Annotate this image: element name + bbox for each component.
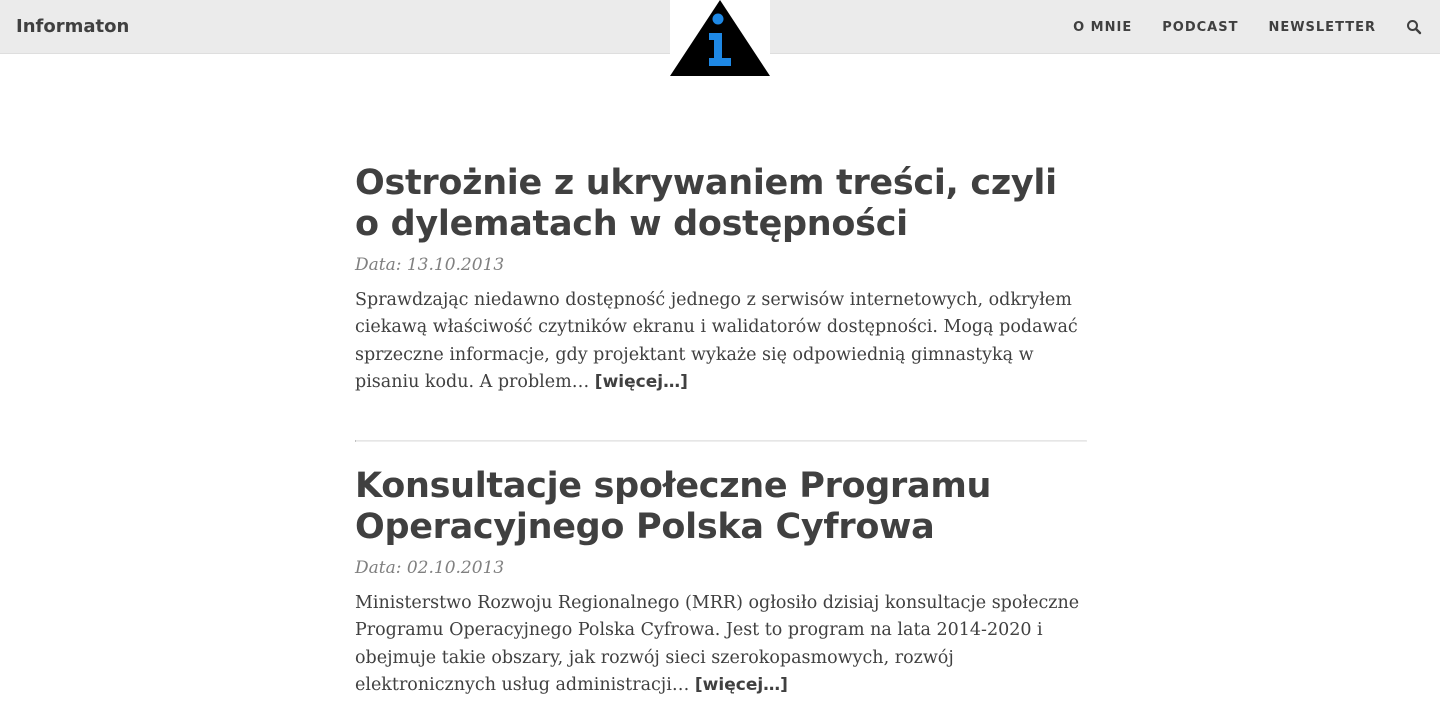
nav-link-podcast[interactable]: PODCAST [1162, 20, 1238, 35]
post-title-link[interactable]: Konsultacje społeczne Programu Operacyjn… [355, 466, 1085, 548]
read-more-link[interactable]: [więcej…] [695, 675, 788, 695]
post-excerpt: Ministerstwo Rozwoju Regionalnego (MRR) … [355, 590, 1085, 699]
nav-link-newsletter[interactable]: NEWSLETTER [1268, 20, 1376, 35]
post-excerpt-text: Sprawdzając niedawno dostępność jednego … [355, 290, 1078, 392]
post-preview: Ostrożnie z ukrywaniem treści, czyli o d… [355, 163, 1085, 396]
search-icon[interactable] [1406, 19, 1422, 35]
post-title-link[interactable]: Ostrożnie z ukrywaniem treści, czyli o d… [355, 163, 1085, 245]
nav-links: O MNIE PODCAST NEWSLETTER [1043, 0, 1422, 54]
site-brand-link[interactable]: Informaton [16, 15, 129, 39]
nav-link-o-mnie[interactable]: O MNIE [1073, 20, 1132, 35]
read-more-link[interactable]: [więcej…] [595, 372, 688, 392]
post-divider [355, 440, 1087, 442]
post-date: Data: 13.10.2013 [355, 255, 505, 275]
site-logo[interactable] [670, 0, 770, 76]
info-logo-icon [670, 0, 770, 76]
post-preview: Konsultacje społeczne Programu Operacyjn… [355, 466, 1085, 699]
post-excerpt: Sprawdzając niedawno dostępność jednego … [355, 287, 1085, 396]
post-date: Data: 02.10.2013 [355, 558, 505, 578]
